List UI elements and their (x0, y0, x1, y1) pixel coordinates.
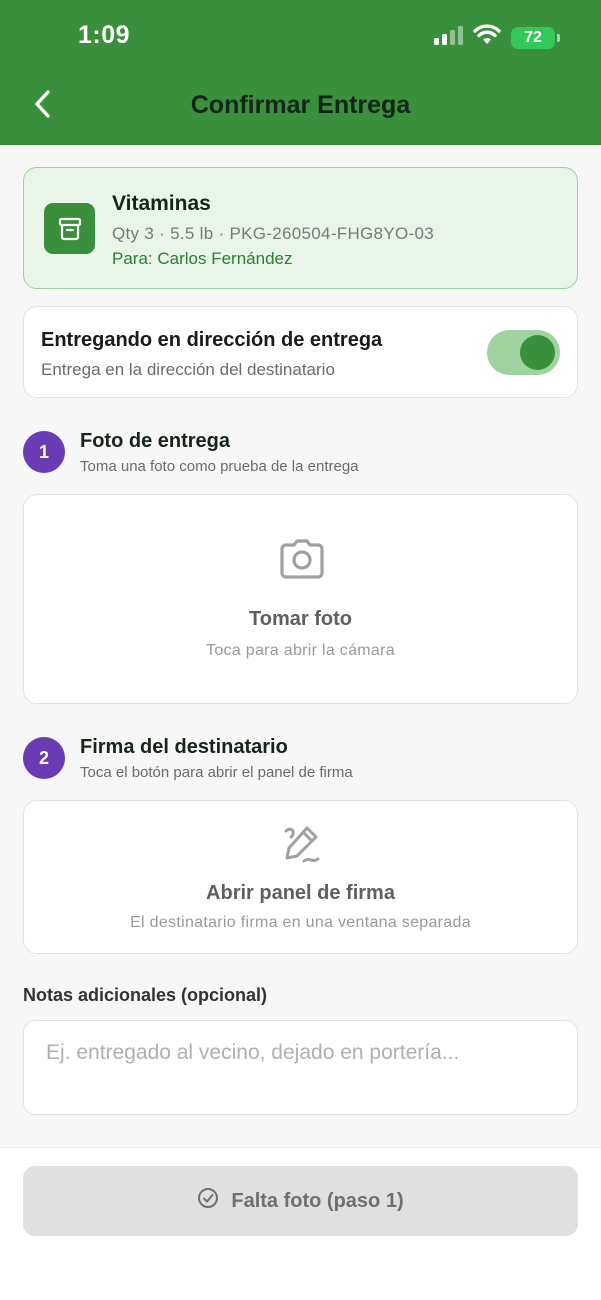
camera-icon (280, 539, 324, 584)
step-1-subtitle: Toma una foto como prueba de la entrega (80, 458, 359, 475)
confirm-delivery-label: Falta foto (paso 1) (231, 1189, 404, 1212)
toggle-knob (520, 335, 555, 370)
notes-label: Notas adicionales (opcional) (23, 985, 268, 1005)
take-photo-label: Tomar foto (249, 608, 352, 630)
confirm-delivery-button[interactable]: Falta foto (paso 1) (23, 1166, 578, 1236)
battery-icon: 72 (511, 26, 560, 49)
delivery-address-toggle[interactable] (487, 330, 560, 375)
check-circle-icon (197, 1187, 219, 1215)
package-meta: Qty 3 · 5.5 lb · PKG-260504-FHG8YO-03 (112, 224, 434, 243)
delivery-address-card: Entregando en dirección de entrega Entre… (23, 306, 578, 398)
delivery-toggle-subtitle: Entrega en la dirección del destinatario (41, 360, 335, 379)
step-2-badge: 2 (23, 737, 65, 779)
step-1-title: Foto de entrega (80, 430, 231, 452)
status-icons: 72 (433, 24, 560, 51)
package-recipient: Para: Carlos Fernández (112, 249, 293, 268)
delivery-toggle-title: Entregando en dirección de entrega (41, 329, 383, 351)
step-2-title: Firma del destinatario (80, 736, 288, 758)
signature-panel-label: Abrir panel de firma (206, 882, 395, 904)
signature-icon (282, 823, 322, 870)
footer-bar: Falta foto (paso 1) (0, 1147, 601, 1300)
page-title: Confirmar Entrega (190, 91, 411, 119)
battery-level: 72 (524, 28, 542, 46)
step-2-subtitle: Toca el botón para abrir el panel de fir… (80, 764, 353, 781)
step-1-badge: 1 (23, 431, 65, 473)
wifi-icon (473, 24, 501, 51)
status-time: 1:09 (78, 21, 131, 49)
take-photo-hint: Toca para abrir la cámara (206, 642, 395, 659)
cellular-signal-icon (433, 25, 463, 50)
take-photo-button[interactable]: Tomar foto Toca para abrir la cámara (23, 494, 578, 704)
app-header: 1:09 72 Confirmar Entrega (0, 0, 601, 145)
package-name: Vitaminas (112, 192, 211, 215)
notes-input[interactable] (23, 1020, 578, 1115)
package-card: Vitaminas Qty 3 · 5.5 lb · PKG-260504-FH… (23, 167, 578, 289)
signature-panel-hint: El destinatario firma en una ventana sep… (130, 914, 471, 931)
open-signature-panel-button[interactable]: Abrir panel de firma El destinatario fir… (23, 800, 578, 954)
archive-box-icon (44, 203, 95, 254)
